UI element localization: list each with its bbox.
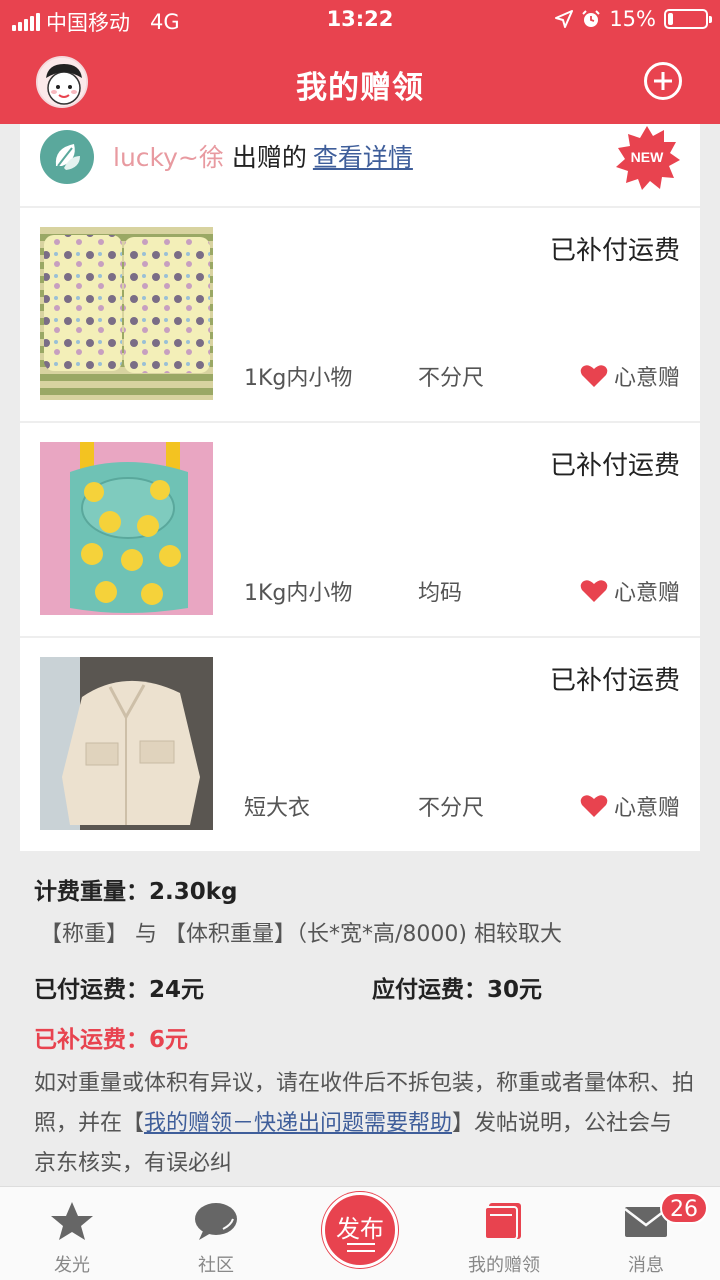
item-photo[interactable] <box>40 227 213 400</box>
due-freight: 应付运费：30元 <box>372 970 542 1004</box>
view-details-link[interactable]: 查看详情 <box>313 143 413 172</box>
tab-label: 消息 <box>628 1255 664 1276</box>
tab-my-gifts[interactable]: 我的赠领 <box>434 1187 574 1280</box>
shipping-status: 已补付运费 <box>549 451 680 481</box>
paid-freight: 已付运费：24元 <box>34 970 204 1004</box>
short-coat-image <box>40 657 213 830</box>
shipping-status: 已补付运费 <box>549 666 680 696</box>
publish-label: 发布 <box>336 1215 384 1243</box>
item-photo[interactable] <box>40 442 213 615</box>
item-tag-label: 心意赠 <box>613 581 680 606</box>
plus-circle-icon[interactable] <box>644 62 682 100</box>
supplement-freight-label: 已补运费： <box>34 1027 149 1053</box>
alarm-icon <box>582 10 601 27</box>
nav-bar: 我的赠领 <box>0 40 720 124</box>
paid-freight-label: 已付运费： <box>34 977 149 1003</box>
tab-label: 发光 <box>54 1255 90 1276</box>
list-item[interactable]: 已补付运费 1Kg内小物 不分尺 心意赠 <box>20 208 700 423</box>
new-starburst-icon: NEW <box>616 126 680 190</box>
heart-icon <box>580 795 608 817</box>
gift-book-icon <box>484 1203 521 1240</box>
page-title: 我的赠领 <box>296 70 424 106</box>
item-tag: 心意赠 <box>580 575 680 607</box>
item-photo[interactable] <box>40 657 213 830</box>
gift-card: lucky~徐 出赠的 查看详情 NEW 已补付运费 1Kg内小物 不分尺 心意… <box>20 124 700 851</box>
billing-weight: 计费重量：2.30kg <box>34 872 238 906</box>
message-count-badge: 26 <box>660 1192 708 1224</box>
supplement-freight-value: 6元 <box>149 1027 189 1053</box>
item-size: 不分尺 <box>418 796 485 821</box>
list-item[interactable]: 已补付运费 1Kg内小物 均码 心意赠 <box>20 423 700 638</box>
tab-label: 我的赠领 <box>468 1255 540 1276</box>
billing-weight-value: 2.30kg <box>149 879 238 905</box>
tab-label: 社区 <box>198 1255 234 1276</box>
list-item[interactable]: 已补付运费 短大衣 不分尺 心意赠 <box>20 638 700 853</box>
battery-percent: 15% <box>609 7 656 31</box>
item-size: 均码 <box>418 581 463 606</box>
shipping-status: 已补付运费 <box>549 236 680 266</box>
battery-icon <box>664 9 712 29</box>
item-size: 不分尺 <box>418 366 485 391</box>
leaf-icon <box>42 132 92 182</box>
publish-icon <box>347 1243 375 1257</box>
dispute-note: 如对重量或体积有异议，请在收件后不拆包装，称重或者量体积、拍照，并在【我的赠领－… <box>34 1064 694 1184</box>
item-tag: 心意赠 <box>580 360 680 392</box>
location-arrow-icon <box>555 10 574 28</box>
due-freight-label: 应付运费： <box>372 977 487 1003</box>
giver-verb: 出赠的 <box>231 143 307 172</box>
weight-rule: 【称重】 与 【体积重量】（长*宽*高/8000) 相较取大 <box>40 922 562 947</box>
supplement-freight: 已补运费：6元 <box>34 1020 188 1054</box>
help-link[interactable]: 我的赠领－快递出问题需要帮助 <box>144 1111 452 1136</box>
item-tag: 心意赠 <box>580 790 680 822</box>
new-label: NEW <box>631 149 664 165</box>
giver-name[interactable]: lucky~徐 <box>113 143 224 172</box>
giver-row: lucky~徐 出赠的 查看详情 NEW <box>20 124 700 208</box>
billing-weight-label: 计费重量： <box>34 879 149 905</box>
star-icon <box>51 1202 93 1240</box>
battery-level <box>668 13 673 25</box>
chat-bubble-icon <box>195 1203 237 1240</box>
item-category: 短大衣 <box>244 796 311 821</box>
heart-icon <box>580 580 608 602</box>
giver-avatar[interactable] <box>40 130 94 184</box>
status-bar: 中国移动 4G 13:22 15% <box>0 0 720 40</box>
tab-community[interactable]: 社区 <box>146 1187 286 1280</box>
item-tag-label: 心意赠 <box>613 366 680 391</box>
pillow-pads-image <box>40 227 213 400</box>
due-freight-value: 30元 <box>487 977 543 1003</box>
baby-bath-mat-image <box>40 442 213 615</box>
heart-icon <box>580 365 608 387</box>
item-category: 1Kg内小物 <box>244 581 353 606</box>
item-tag-label: 心意赠 <box>613 796 680 821</box>
paid-freight-value: 24元 <box>149 977 205 1003</box>
new-badge: NEW <box>614 124 680 190</box>
tab-faguang[interactable]: 发光 <box>2 1187 142 1280</box>
item-category: 1Kg内小物 <box>244 366 353 391</box>
publish-button[interactable]: 发布 <box>322 1192 398 1268</box>
